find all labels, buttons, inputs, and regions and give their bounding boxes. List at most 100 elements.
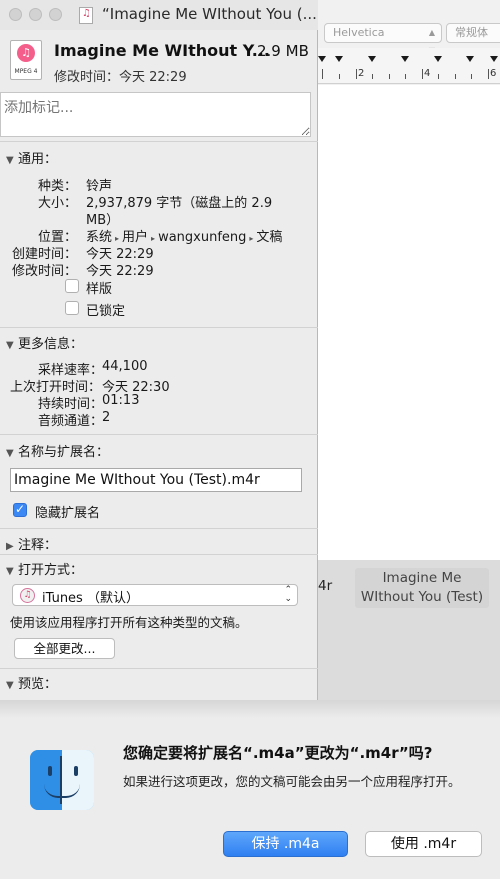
locked-checkbox[interactable] [65, 301, 79, 315]
divider [0, 434, 318, 435]
alert-title: 您确定要将扩展名“.m4a”更改为“.m4r”吗? [123, 744, 433, 762]
channels-value: 2 [102, 410, 111, 425]
format-toolbar: Helvetica ▲▼ 常规体 [318, 20, 500, 55]
path-arrow-icon: ▸ [151, 234, 156, 243]
divider [0, 327, 318, 328]
minimize-button[interactable] [29, 8, 42, 21]
extension-change-alert: 您确定要将扩展名“.m4a”更改为“.m4r”吗? 如果进行这项更改，您的文稿可… [0, 718, 500, 879]
ruler-tick [422, 69, 423, 79]
section-more-info-title: 更多信息： [18, 337, 84, 352]
finder-icon-left [30, 750, 62, 810]
tab-stop-marker[interactable] [401, 56, 409, 62]
section-name-ext-toggle[interactable]: ▼ 名称与扩展名： [6, 441, 109, 460]
file-name-input[interactable] [10, 468, 302, 492]
path-arrow-icon: ▸ [115, 234, 120, 243]
section-comments-toggle[interactable]: ▶ 注释： [6, 534, 57, 553]
use-new-extension-button[interactable]: 使用 .m4r [365, 831, 482, 857]
mpeg4-file-icon: ♫ MPEG 4 [10, 40, 42, 80]
open-with-app-name: iTunes （默认） [42, 591, 139, 606]
ruler-tick [389, 74, 390, 79]
disclosure-open-icon: ▼ [6, 680, 14, 691]
font-style-select[interactable]: 常规体 [446, 23, 500, 43]
path-segment: 文稿 [256, 230, 283, 245]
section-more-info-toggle[interactable]: ▼ 更多信息： [6, 333, 83, 352]
close-button[interactable] [9, 8, 22, 21]
finder-icon [30, 750, 94, 810]
finder-icon-right [62, 750, 94, 810]
size-label: 大小： [38, 196, 78, 211]
section-general-toggle[interactable]: ▼ 通用： [6, 148, 57, 167]
ruler-tick [356, 69, 357, 79]
chevron-updown-icon: ⌃ ⌄ [284, 585, 292, 604]
title-bar[interactable]: “Imagine Me WIthout You (... [0, 0, 318, 30]
font-family-select[interactable]: Helvetica ▲▼ [324, 23, 442, 55]
tags-input[interactable] [0, 92, 311, 137]
file-name: Imagine Me WIthout Y... [54, 41, 270, 60]
stationery-checkbox[interactable] [65, 279, 79, 293]
modified-value: 今天 22:29 [86, 264, 154, 279]
window-title: “Imagine Me WIthout You (... [102, 5, 317, 23]
file-size: 2.9 MB [257, 42, 309, 60]
section-preview-toggle[interactable]: ▼ 预览： [6, 673, 57, 692]
file-icon-label[interactable]: Imagine Me WIthout You (Test) [355, 568, 489, 608]
file-type-label: MPEG 4 [14, 68, 38, 75]
ruler[interactable]: 2 4 6 [318, 48, 500, 84]
change-all-button[interactable]: 全部更改... [14, 638, 115, 659]
section-open-with-toggle[interactable]: ▼ 打开方式： [6, 559, 83, 578]
ruler-tick [339, 74, 340, 79]
disclosure-open-icon: ▼ [6, 155, 14, 166]
itunes-icon: ♫ [20, 588, 35, 603]
ruler-tick [471, 74, 472, 79]
tab-stop-marker[interactable] [466, 56, 474, 62]
divider [0, 668, 318, 669]
keep-extension-button[interactable]: 保持 .m4a [223, 831, 348, 857]
tab-stop-marker[interactable] [318, 56, 326, 62]
disclosure-open-icon: ▼ [6, 340, 14, 351]
ruler-number: 6 [490, 68, 497, 79]
path-arrow-icon: ▸ [249, 234, 254, 243]
open-with-app-select[interactable]: ♫ iTunes （默认） ⌃ ⌄ [12, 584, 298, 606]
ruler-tick [438, 74, 439, 79]
zoom-button[interactable] [49, 8, 62, 21]
tab-stop-marker[interactable] [434, 56, 442, 62]
section-preview-title: 预览： [18, 677, 58, 692]
background-document-window: Helvetica ▲▼ 常规体 2 4 6 4r Imagine Me WIt… [318, 0, 500, 700]
truncated-file-label: 4r [318, 578, 333, 594]
modified-label: 修改时间： [12, 264, 78, 279]
open-with-description: 使用该应用程序打开所有这种类型的文稿。 [10, 615, 248, 630]
stationery-label: 样版 [86, 282, 113, 297]
document-page[interactable] [318, 85, 500, 560]
tab-stop-marker[interactable] [335, 56, 343, 62]
file-header: ♫ MPEG 4 Imagine Me WIthout Y... 2.9 MB … [0, 30, 318, 92]
disclosure-closed-icon: ▶ [6, 541, 14, 552]
section-name-ext-title: 名称与扩展名： [18, 445, 110, 460]
audio-document-icon [79, 7, 93, 24]
path-segment: wangxunfeng [158, 230, 247, 245]
hide-extension-checkbox[interactable] [13, 502, 27, 517]
alert-message: 如果进行这项更改，您的文稿可能会由另一个应用程序打开。 [123, 774, 461, 789]
divider [0, 528, 318, 529]
ruler-tick [455, 74, 456, 79]
ruler-tick [405, 74, 406, 79]
tab-stop-marker[interactable] [368, 56, 376, 62]
ruler-number: 2 [358, 68, 365, 79]
tab-stop-marker[interactable] [490, 56, 498, 62]
section-open-with-title: 打开方式： [18, 563, 84, 578]
music-note-icon: ♫ [17, 44, 35, 62]
font-style-value: 常规体 [455, 26, 488, 39]
channels-label: 音频通道： [38, 414, 104, 429]
ruler-tick [372, 74, 373, 79]
finder-icon-eye [74, 766, 78, 776]
ruler-tick [488, 69, 489, 79]
disclosure-open-icon: ▼ [6, 566, 14, 577]
ruler-tick [322, 69, 323, 79]
locked-label: 已锁定 [86, 304, 126, 319]
disclosure-open-icon: ▼ [6, 448, 14, 459]
divider [0, 141, 318, 142]
file-modified-time: 修改时间：今天 22:29 [54, 70, 187, 85]
divider [0, 554, 318, 555]
file-info-window: “Imagine Me WIthout You (... ♫ MPEG 4 Im… [0, 0, 318, 700]
sample-rate-value: 44,100 [102, 359, 148, 374]
hide-extension-label: 隐藏扩展名 [35, 506, 101, 521]
ruler-number: 4 [424, 68, 431, 79]
